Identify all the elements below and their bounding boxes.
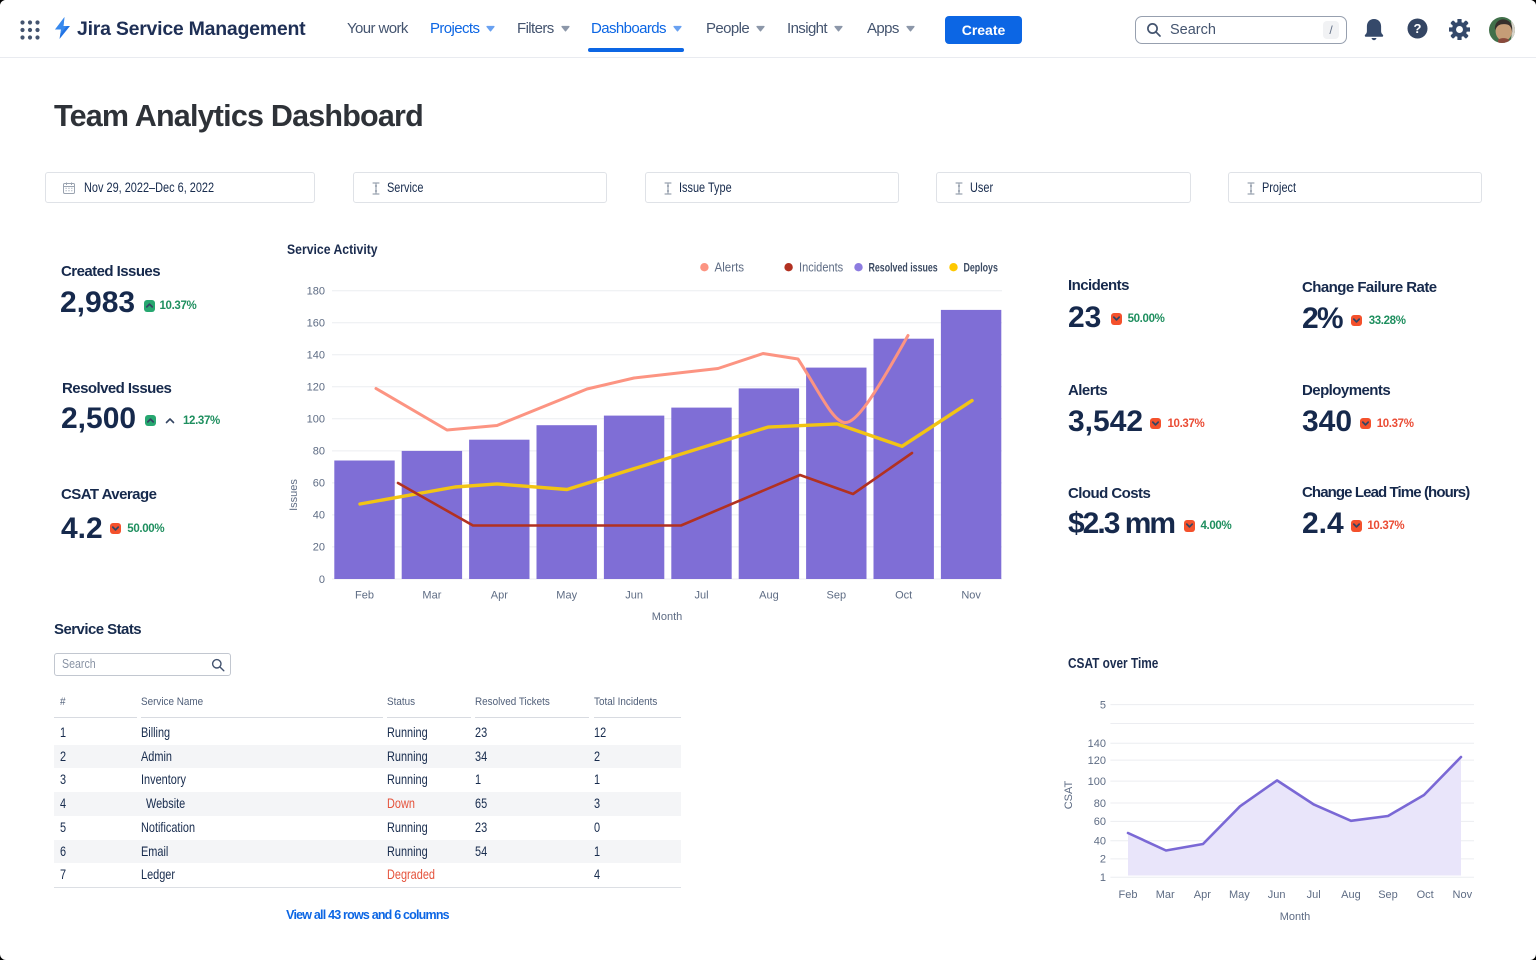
svg-text:180: 180 <box>307 286 325 298</box>
svg-text:Jul: Jul <box>1307 889 1321 901</box>
svg-text:Oct: Oct <box>1417 889 1434 901</box>
svg-text:120: 120 <box>307 382 325 394</box>
svg-text:Apr: Apr <box>491 590 508 602</box>
svg-text:May: May <box>1229 889 1250 901</box>
svg-text:80: 80 <box>1094 798 1106 810</box>
svg-text:Aug: Aug <box>759 590 779 602</box>
svg-text:CSAT: CSAT <box>1063 780 1075 809</box>
svg-text:CSAT over Time: CSAT over Time <box>1068 656 1158 672</box>
svg-text:Alerts: Alerts <box>715 261 745 275</box>
svg-text:Jul: Jul <box>694 590 708 602</box>
svg-text:100: 100 <box>1088 776 1106 788</box>
svg-text:Month: Month <box>1280 911 1311 923</box>
svg-text:Sep: Sep <box>827 590 847 602</box>
svg-text:40: 40 <box>1094 836 1106 848</box>
svg-text:Service Activity: Service Activity <box>287 241 378 257</box>
svg-text:Feb: Feb <box>355 590 374 602</box>
svg-text:80: 80 <box>313 446 325 458</box>
svg-text:Month: Month <box>652 611 683 623</box>
svg-text:Mar: Mar <box>1156 889 1175 901</box>
svg-text:2: 2 <box>1100 854 1106 866</box>
svg-text:Oct: Oct <box>895 590 912 602</box>
svg-text:Aug: Aug <box>1341 889 1361 901</box>
svg-text:Nov: Nov <box>961 590 981 602</box>
svg-text:40: 40 <box>313 510 325 522</box>
svg-text:Mar: Mar <box>422 590 441 602</box>
svg-text:Sep: Sep <box>1378 889 1398 901</box>
svg-text:Jun: Jun <box>625 590 643 602</box>
svg-text:120: 120 <box>1088 755 1106 767</box>
svg-text:Incidents: Incidents <box>799 261 843 275</box>
svg-text:160: 160 <box>307 318 325 330</box>
svg-text:140: 140 <box>307 350 325 362</box>
svg-text:60: 60 <box>313 478 325 490</box>
svg-text:Feb: Feb <box>1119 889 1138 901</box>
svg-text:?: ? <box>1414 21 1422 36</box>
svg-text:Nov: Nov <box>1453 889 1473 901</box>
svg-text:Issues: Issues <box>288 479 300 511</box>
svg-text:5: 5 <box>1100 699 1106 711</box>
svg-text:Jun: Jun <box>1268 889 1286 901</box>
svg-text:140: 140 <box>1088 738 1106 750</box>
svg-text:Resolved issues: Resolved issues <box>869 262 938 274</box>
svg-text:1: 1 <box>1100 872 1106 884</box>
svg-text:20: 20 <box>313 542 325 554</box>
svg-text:60: 60 <box>1094 816 1106 828</box>
svg-text:May: May <box>556 590 577 602</box>
svg-text:100: 100 <box>307 414 325 426</box>
svg-text:Apr: Apr <box>1194 889 1211 901</box>
svg-text:0: 0 <box>319 574 325 586</box>
svg-text:Deploys: Deploys <box>964 262 998 274</box>
